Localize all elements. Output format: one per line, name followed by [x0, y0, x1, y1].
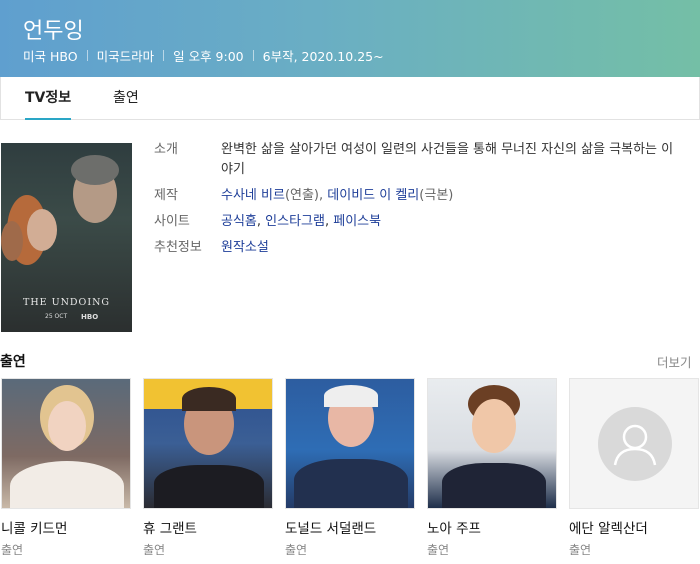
divider: [86, 50, 88, 61]
default-avatar-icon: [598, 407, 672, 481]
cast-name[interactable]: 에단 알렉산더: [569, 517, 699, 537]
divider: [163, 50, 165, 61]
cast-card[interactable]: 도널드 서덜랜드 출연: [285, 378, 415, 558]
cast-card[interactable]: 노아 주프 출연: [427, 378, 557, 558]
writer-role: (극본): [419, 188, 454, 203]
recommend-label: 추천정보: [154, 240, 202, 255]
intro-text: 완벽한 삶을 살아가던 여성이 일련의 사건들을 통해 무너진 자신의 삶을 극…: [221, 142, 674, 177]
site-row: 사이트 공식홈, 인스타그램, 페이스북: [154, 212, 694, 232]
meta-network: 미국 HBO: [23, 49, 78, 64]
cast-photo[interactable]: [285, 378, 415, 509]
more-link[interactable]: 더보기: [657, 352, 692, 371]
cast-photo[interactable]: [143, 378, 273, 509]
poster-image[interactable]: THE UNDOING 25 OCT HBO: [1, 143, 132, 332]
poster-figure: [71, 155, 119, 185]
intro-label: 소개: [154, 142, 178, 157]
poster-figure: [1, 221, 23, 261]
divider: [252, 50, 254, 61]
recommend-row: 추천정보 원작소설: [154, 238, 694, 258]
cast-role: 출연: [569, 543, 592, 557]
cast-photo[interactable]: [427, 378, 557, 509]
cast-card[interactable]: 휴 그랜트 출연: [143, 378, 273, 558]
production-row: 제작 수사네 비르(연출), 데이비드 이 켈리(극본): [154, 186, 694, 206]
director-role: (연출): [284, 188, 320, 203]
cast-card[interactable]: 에단 알렉산더 출연: [569, 378, 699, 558]
meta-episodes: 6부작, 2020.10.25~: [262, 49, 384, 64]
cast-heading: 출연: [0, 354, 26, 370]
meta-airtime: 일 오후 9:00: [173, 49, 244, 64]
tab-tv-info[interactable]: TV정보: [25, 77, 72, 120]
cast-role: 출연: [285, 543, 308, 557]
cast-photo-placeholder[interactable]: [569, 378, 699, 509]
info-section: 소개 완벽한 삶을 살아가던 여성이 일련의 사건들을 통해 무너진 자신의 삶…: [154, 140, 694, 264]
poster-network: HBO: [81, 313, 99, 321]
cast-role: 출연: [427, 543, 450, 557]
cast-name[interactable]: 노아 주프: [427, 517, 557, 537]
cast-name[interactable]: 휴 그랜트: [143, 517, 273, 537]
cast-card[interactable]: 니콜 키드먼 출연: [1, 378, 131, 558]
cast-name[interactable]: 니콜 키드먼: [1, 517, 131, 537]
cast-role: 출연: [1, 543, 24, 557]
cast-name[interactable]: 도널드 서덜랜드: [285, 517, 415, 537]
writer-link[interactable]: 데이비드 이 켈리: [327, 188, 419, 203]
header-meta: 미국 HBO 미국드라마 일 오후 9:00 6부작, 2020.10.25~: [23, 46, 384, 65]
poster-title: THE UNDOING: [23, 297, 110, 308]
cast-role: 출연: [143, 543, 166, 557]
drama-header: 언두잉 미국 HBO 미국드라마 일 오후 9:00 6부작, 2020.10.…: [0, 0, 700, 77]
tab-bar: TV정보 출연: [0, 77, 700, 120]
intro-row: 소개 완벽한 삶을 살아가던 여성이 일련의 사건들을 통해 무너진 자신의 삶…: [154, 140, 694, 180]
facebook-link[interactable]: 페이스북: [333, 214, 381, 229]
meta-genre: 미국드라마: [96, 49, 155, 64]
cast-photo[interactable]: [1, 378, 131, 509]
site-label: 사이트: [154, 214, 190, 229]
tab-cast[interactable]: 출연: [113, 77, 139, 120]
poster-date: 25 OCT: [45, 313, 68, 320]
instagram-link[interactable]: 인스타그램: [265, 214, 325, 229]
director-link[interactable]: 수사네 비르: [221, 188, 285, 203]
production-label: 제작: [154, 188, 178, 203]
poster-figure: [27, 209, 57, 251]
official-site-link[interactable]: 공식홈: [221, 214, 257, 229]
page-title: 언두잉: [23, 19, 84, 44]
original-novel-link[interactable]: 원작소설: [221, 240, 269, 255]
